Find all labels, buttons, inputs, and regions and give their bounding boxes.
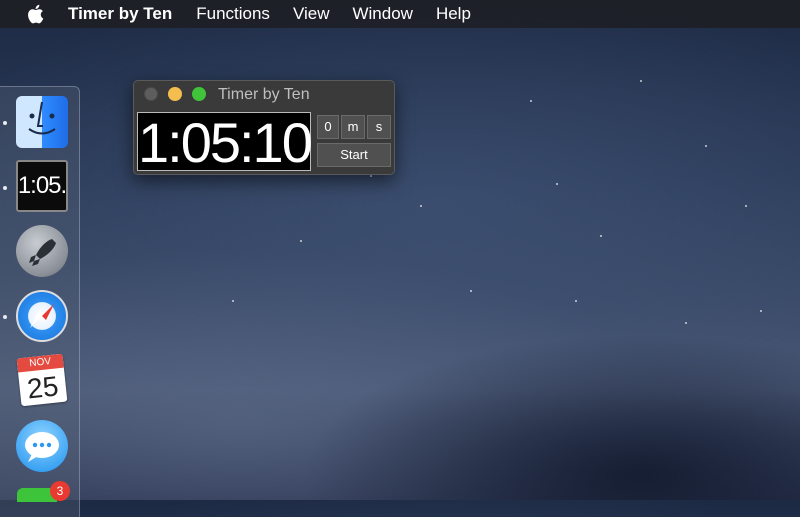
star (575, 300, 577, 302)
close-button[interactable] (144, 87, 158, 101)
window-titlebar[interactable]: Timer by Ten (134, 81, 394, 107)
running-indicator (3, 315, 7, 319)
star (420, 205, 422, 207)
timer-icon-text: 1:05. (17, 172, 67, 199)
notification-badge: 3 (50, 481, 70, 501)
running-indicator (3, 121, 7, 125)
star (760, 310, 762, 312)
launchpad-icon[interactable] (16, 225, 68, 277)
star (530, 100, 532, 102)
calendar-day: 25 (25, 370, 60, 405)
speech-bubble-icon (25, 432, 59, 462)
running-indicator (3, 186, 7, 190)
zoom-button[interactable] (192, 87, 206, 101)
menu-bar: Timer by Ten Functions View Window Help (0, 0, 800, 28)
star (470, 290, 472, 292)
timer-window: Timer by Ten 1:05:10 0 m s Start (133, 80, 395, 175)
star (640, 80, 642, 82)
time-display: 1:05:10 (137, 111, 313, 174)
star (300, 240, 302, 242)
timer-by-ten-icon[interactable]: 1:05. (16, 160, 68, 212)
safari-icon[interactable] (16, 290, 68, 342)
window-title: Timer by Ten (218, 86, 310, 103)
menu-view[interactable]: View (293, 4, 330, 24)
messages-icon[interactable] (16, 420, 68, 472)
start-button[interactable]: Start (317, 143, 391, 167)
star (745, 205, 747, 207)
finder-icon[interactable] (16, 96, 68, 148)
segment-zero[interactable]: 0 (317, 115, 339, 139)
menu-app-name[interactable]: Timer by Ten (68, 4, 172, 24)
minimize-button[interactable] (168, 87, 182, 101)
star (600, 235, 602, 237)
menu-window[interactable]: Window (352, 4, 412, 24)
segment-minutes[interactable]: m (341, 115, 365, 139)
star (370, 175, 372, 177)
rocket-icon (29, 239, 56, 266)
star (705, 145, 707, 147)
menu-functions[interactable]: Functions (196, 4, 270, 24)
star (556, 183, 558, 185)
segment-seconds[interactable]: s (367, 115, 391, 139)
menu-help[interactable]: Help (436, 4, 471, 24)
compass-icon (30, 304, 54, 328)
star (685, 322, 687, 324)
finder-face-icon (28, 101, 56, 135)
calendar-icon[interactable]: NOV 25 (16, 353, 68, 407)
star (232, 300, 234, 302)
apple-logo-icon[interactable] (25, 3, 45, 25)
